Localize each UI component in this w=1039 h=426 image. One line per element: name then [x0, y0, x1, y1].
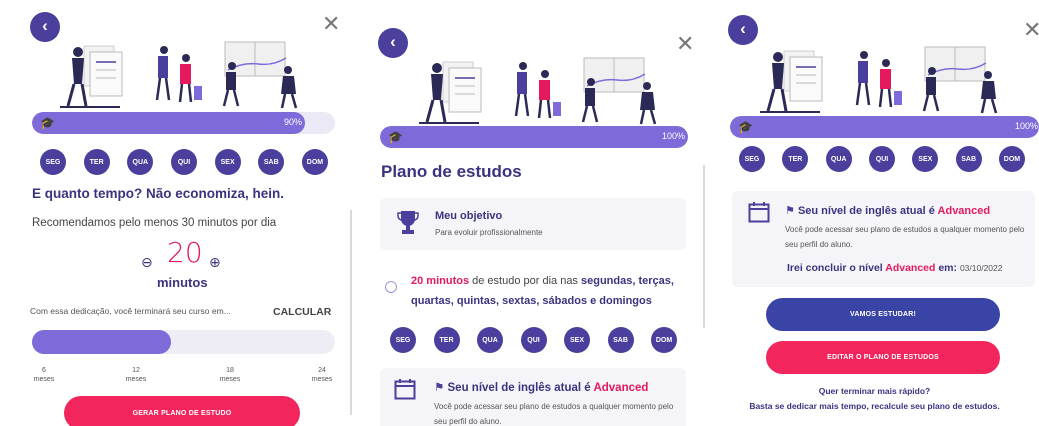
- day-sex[interactable]: SEX: [214, 149, 241, 175]
- tick-6: 6 meses: [33, 367, 55, 383]
- trophy-icon: [397, 211, 419, 234]
- tick-24: 24 meses: [311, 367, 333, 383]
- back-button[interactable]: ‹: [728, 15, 758, 45]
- tick-12: 12 meses: [125, 367, 147, 383]
- schedule-mid: de estudo por dia nas: [469, 275, 581, 287]
- months-slider[interactable]: [32, 330, 335, 354]
- chevron-left-icon: ‹: [390, 32, 396, 51]
- day-seg[interactable]: SEG: [40, 149, 66, 175]
- day-seg[interactable]: SEG: [390, 327, 416, 353]
- minus-icon[interactable]: ⊖: [141, 254, 153, 271]
- day-ter[interactable]: TER: [83, 149, 110, 175]
- goal-title: Meu objetivo: [435, 210, 503, 222]
- schedule-days-1: segundas, terças,: [581, 275, 674, 287]
- progress-fill: [380, 126, 688, 148]
- schedule-minutes: 20 minutos: [411, 275, 470, 287]
- level-card: ⚑ Seu nível de inglês atual é Advanced V…: [380, 368, 686, 426]
- panel-time-selection: ‹ ✕ 🎓 90% SEG TER QUA QUI SEX SAB DOM E …: [0, 0, 348, 426]
- progress-bar: 🎓 90%: [32, 112, 335, 134]
- progress-percent: 90%: [284, 117, 303, 127]
- back-button[interactable]: ‹: [30, 12, 60, 42]
- weekday-selector: SEG TER QUA QUI SEX SAB DOM: [739, 146, 1025, 172]
- progress-fill: [32, 112, 305, 134]
- day-dom[interactable]: DOM: [301, 149, 328, 175]
- calculate-button[interactable]: CALCULAR: [273, 306, 331, 318]
- day-sex[interactable]: SEX: [564, 327, 590, 353]
- day-sex[interactable]: SEX: [912, 146, 939, 172]
- scrollbar-panel-2[interactable]: [703, 165, 705, 328]
- graduation-cap-icon: 🎓: [40, 116, 55, 130]
- slider-fill: [32, 330, 171, 354]
- graduation-cap-icon: 🎓: [738, 120, 753, 134]
- close-icon[interactable]: ✕: [1023, 20, 1039, 42]
- panel-study-plan: ‹ ✕ 🎓 100% Plano de estudos Meu objetivo…: [350, 0, 706, 426]
- day-qui[interactable]: QUI: [868, 146, 895, 172]
- schedule-days-2: quartas, quintas, sextas, sábados e domi…: [411, 295, 652, 307]
- day-dom[interactable]: DOM: [651, 327, 677, 353]
- recommendation-text: Recomendamos pelo menos 30 minutos por d…: [32, 217, 277, 229]
- close-icon[interactable]: ✕: [322, 14, 340, 36]
- progress-bar: 🎓 100%: [730, 116, 1039, 138]
- weekday-selector: SEG TER QUA QUI SEX SAB DOM: [390, 327, 677, 353]
- minutes-label: minutos: [157, 275, 208, 290]
- tick-18: 18 meses: [219, 367, 241, 383]
- day-qua[interactable]: QUA: [825, 146, 852, 172]
- people-illustration: [419, 57, 657, 125]
- progress-fill: [730, 116, 1039, 138]
- conclusion-date: 03/10/2022: [959, 263, 1003, 273]
- progress-percent: 100%: [1015, 121, 1039, 131]
- edit-study-plan-button[interactable]: EDITAR O PLANO DE ESTUDOS: [766, 341, 1000, 374]
- day-qui[interactable]: QUI: [170, 149, 197, 175]
- day-qua[interactable]: QUA: [127, 149, 154, 175]
- day-ter[interactable]: TER: [782, 146, 809, 172]
- level-card: ⚑ Seu nível de inglês atual é Advanced V…: [732, 191, 1035, 287]
- plus-icon[interactable]: ⊕: [209, 254, 221, 271]
- schedule-text: 20 minutos de estudo por dia nas segunda…: [411, 271, 681, 311]
- time-question-heading: E quanto tempo? Não economiza, hein.: [32, 186, 285, 201]
- level-heading: ⚑ Seu nível de inglês atual é Advanced: [785, 205, 991, 217]
- calendar-icon: [394, 379, 416, 400]
- people-illustration: [760, 46, 998, 114]
- generate-plan-button[interactable]: GERAR PLANO DE ESTUDO: [64, 396, 300, 426]
- level-value: Advanced: [937, 205, 991, 217]
- goal-card: Meu objetivo Para evoluir profissionalme…: [380, 198, 686, 250]
- day-sab[interactable]: SAB: [258, 149, 285, 175]
- conclusion-line: Irei concluir o nível Advanced em: 03/10…: [787, 262, 1003, 274]
- chevron-left-icon: ‹: [740, 19, 746, 38]
- clock-icon: [385, 281, 397, 293]
- day-seg[interactable]: SEG: [739, 146, 765, 172]
- level-description: Você pode acessar seu plano de estudos a…: [785, 225, 1025, 249]
- day-sab[interactable]: SAB: [955, 146, 982, 172]
- dedication-text: Com essa dedicação, você terminará seu c…: [30, 306, 231, 316]
- day-sab[interactable]: SAB: [607, 327, 634, 353]
- start-studying-button[interactable]: VAMOS ESTUDAR!: [766, 298, 1000, 331]
- scrollbar-panel-1[interactable]: [350, 210, 352, 415]
- chevron-left-icon: ‹: [42, 16, 48, 35]
- calendar-icon: [748, 202, 770, 223]
- back-button[interactable]: ‹: [378, 28, 408, 58]
- people-illustration: [60, 41, 298, 109]
- level-value: Advanced: [593, 382, 649, 394]
- goal-subtitle: Para evoluir profissionalmente: [435, 228, 543, 237]
- progress-percent: 100%: [662, 131, 686, 141]
- minutes-value: 20: [167, 236, 203, 269]
- faster-hint: Basta se dedicar mais tempo, recalcule s…: [749, 401, 1000, 411]
- day-qui[interactable]: QUI: [520, 327, 547, 353]
- day-qua[interactable]: QUA: [477, 327, 503, 353]
- level-heading: ⚑ Seu nível de inglês atual é Advanced: [434, 382, 649, 394]
- graduation-cap-icon: 🎓: [388, 130, 403, 144]
- day-dom[interactable]: DOM: [998, 146, 1025, 172]
- level-description: Você pode acessar seu plano de estudos a…: [434, 402, 674, 426]
- progress-bar: 🎓 100%: [380, 126, 688, 148]
- faster-question: Quer terminar mais rápido?: [818, 386, 931, 396]
- panel-plan-confirmation: ‹ ✕ 🎓 100% SEG TER QUA QUI SEX SAB DOM ⚑…: [710, 0, 1039, 426]
- flag-icon: ⚑: [434, 382, 445, 394]
- weekday-selector: SEG TER QUA QUI SEX SAB DOM: [40, 149, 328, 175]
- flag-icon: ⚑: [785, 205, 795, 217]
- day-ter[interactable]: TER: [433, 327, 460, 353]
- close-icon[interactable]: ✕: [676, 34, 694, 56]
- study-plan-title: Plano de estudos: [381, 162, 522, 181]
